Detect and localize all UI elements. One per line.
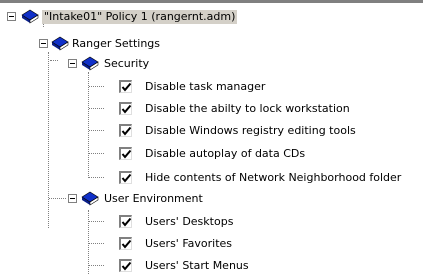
tree-line	[89, 108, 104, 109]
policy-tree: "Intake01" Policy 1 (rangernt.adm) Range…	[0, 0, 423, 274]
collapse-icon[interactable]	[68, 194, 77, 203]
policy-item-label: Disable the abilty to lock workstation	[145, 102, 350, 115]
checkbox-checked-icon[interactable]	[119, 124, 132, 137]
tree-node-label[interactable]: "Intake01" Policy 1 (rangernt.adm)	[42, 10, 238, 24]
collapse-icon[interactable]	[7, 12, 16, 21]
checkbox-checked-icon[interactable]	[119, 147, 132, 160]
tree-line	[89, 221, 104, 222]
tree-node-security[interactable]: Security	[0, 53, 423, 75]
tree-line	[89, 243, 104, 244]
tree-node-label[interactable]: Security	[104, 57, 149, 71]
policy-item-label: Users' Start Menus	[145, 259, 249, 272]
policy-book-icon	[21, 9, 39, 24]
policy-item[interactable]: Users' Favorites	[0, 233, 423, 255]
policy-item-label: Disable autoplay of data CDs	[145, 147, 306, 160]
policy-item[interactable]: Hide contents of Network Neighborhood fo…	[0, 167, 423, 189]
policy-item[interactable]: Users' Start Menus	[0, 255, 423, 274]
tree-node-label[interactable]: Ranger Settings	[72, 37, 160, 51]
tree-line	[89, 130, 104, 131]
tree-line	[49, 198, 66, 199]
checkbox-checked-icon[interactable]	[119, 102, 132, 115]
policy-book-icon	[81, 56, 99, 71]
collapse-icon[interactable]	[39, 39, 48, 48]
tree-node-user-environment[interactable]: User Environment	[0, 188, 423, 210]
tree-node-ranger-settings[interactable]: Ranger Settings	[0, 33, 423, 55]
policy-item-label: Users' Desktops	[145, 215, 234, 228]
tree-line	[89, 86, 104, 87]
tree-line	[89, 265, 104, 266]
policy-item[interactable]: Disable autoplay of data CDs	[0, 143, 423, 165]
policy-book-icon	[81, 191, 99, 206]
tree-node-label[interactable]: User Environment	[104, 192, 203, 206]
checkbox-checked-icon[interactable]	[119, 80, 132, 93]
policy-item[interactable]: Disable task manager	[0, 76, 423, 98]
policy-item[interactable]: Users' Desktops	[0, 211, 423, 233]
checkbox-checked-icon[interactable]	[119, 259, 132, 272]
policy-item[interactable]: Disable Windows registry editing tools	[0, 120, 423, 142]
checkbox-checked-icon[interactable]	[119, 215, 132, 228]
policy-item-label: Hide contents of Network Neighborhood fo…	[145, 171, 402, 184]
collapse-icon[interactable]	[68, 59, 77, 68]
top-divider	[0, 0, 423, 3]
checkbox-checked-icon[interactable]	[119, 237, 132, 250]
policy-item-label: Disable task manager	[145, 80, 266, 93]
tree-node-root[interactable]: "Intake01" Policy 1 (rangernt.adm)	[0, 6, 423, 28]
policy-book-icon	[51, 36, 69, 51]
policy-item[interactable]: Disable the abilty to lock workstation	[0, 98, 423, 120]
checkbox-checked-icon[interactable]	[119, 171, 132, 184]
tree-line	[89, 177, 104, 178]
policy-item-label: Disable Windows registry editing tools	[145, 124, 356, 137]
policy-item-label: Users' Favorites	[145, 237, 233, 250]
tree-line	[89, 153, 104, 154]
